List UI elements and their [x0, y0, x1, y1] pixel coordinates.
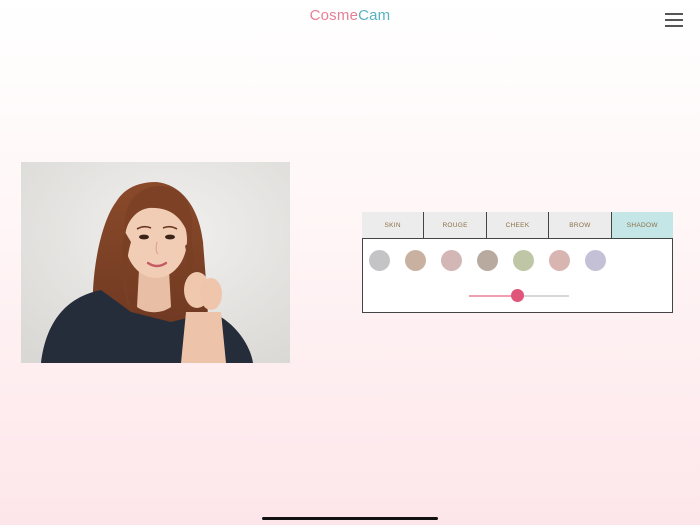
app-title: CosmeCam [0, 7, 700, 24]
menu-line [665, 25, 683, 27]
color-swatch-4[interactable] [477, 250, 498, 271]
color-swatch-3[interactable] [441, 250, 462, 271]
tab-skin[interactable]: SKIN [362, 212, 425, 238]
menu-line [665, 13, 683, 15]
app-title-part2: Cam [358, 7, 391, 24]
intensity-slider[interactable] [469, 289, 569, 302]
tab-brow[interactable]: BROW [549, 212, 612, 238]
tab-cheek[interactable]: CHEEK [486, 212, 550, 238]
menu-line [665, 19, 683, 21]
color-swatch-6[interactable] [549, 250, 570, 271]
app-title-part1: Cosme [309, 7, 359, 24]
portrait-illustration [21, 162, 290, 363]
portrait-photo [21, 162, 290, 363]
color-swatch-7[interactable] [585, 250, 606, 271]
color-swatch-1[interactable] [369, 250, 390, 271]
tab-rouge[interactable]: ROUGE [424, 212, 487, 238]
home-indicator[interactable] [262, 517, 438, 520]
intensity-slider-fill [469, 295, 517, 297]
makeup-tabs: SKIN ROUGE CHEEK BROW SHADOW [362, 212, 674, 243]
color-swatch-2[interactable] [405, 250, 426, 271]
hamburger-menu-icon[interactable] [665, 13, 683, 28]
intensity-slider-thumb[interactable] [510, 289, 524, 302]
tab-shadow[interactable]: SHADOW [611, 212, 674, 243]
color-swatch-5[interactable] [513, 250, 534, 271]
color-options-panel [362, 238, 673, 313]
makeup-panel: SKIN ROUGE CHEEK BROW SHADOW [362, 212, 674, 313]
